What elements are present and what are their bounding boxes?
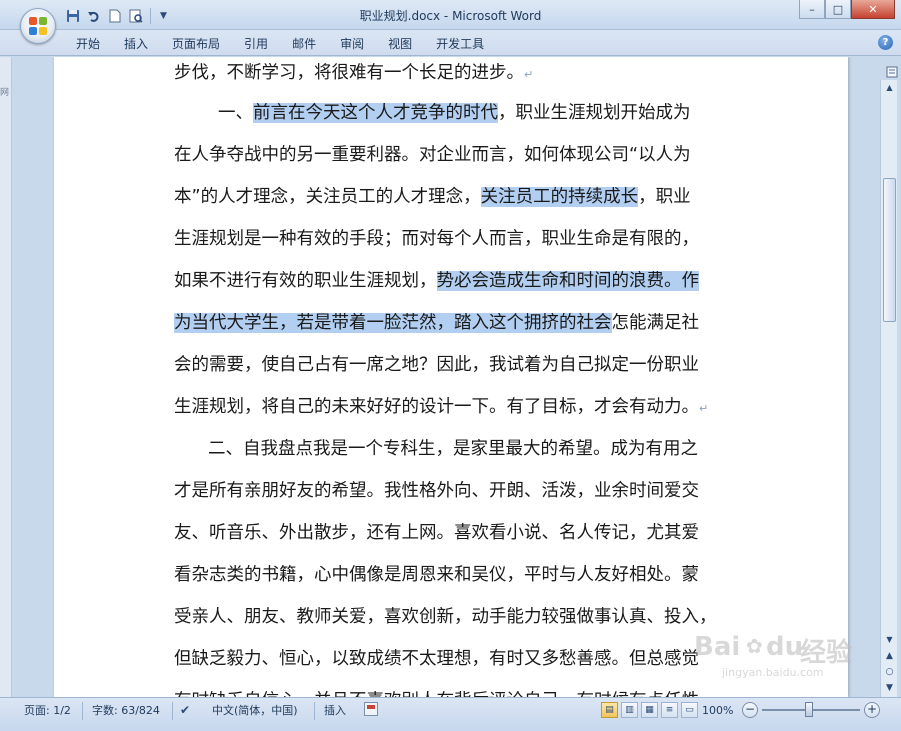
document-line[interactable]: 会的需要，使自己占有一席之地？因此，我试着为自己拟定一份职业 bbox=[174, 350, 699, 380]
document-line[interactable]: 友、听音乐、外出散步，还有上网。喜欢看小说、名人传记，尤其爱 bbox=[174, 518, 699, 548]
full-screen-reading-icon[interactable]: ▥ bbox=[621, 702, 638, 718]
ribbon-tab-bar: 开始 插入 页面布局 引用 邮件 审阅 视图 开发工具 ? bbox=[0, 30, 901, 56]
document-line[interactable]: 受亲人、朋友、教师关爱，喜欢创新，动手能力较强做事认真、投入， bbox=[174, 602, 717, 632]
text-segment: 会的需要，使自己占有一席之地？因此，我试着为自己拟定一份职业 bbox=[174, 355, 699, 375]
tab-1[interactable]: 插入 bbox=[112, 35, 160, 53]
window-title: 职业规划.docx - Microsoft Word bbox=[359, 9, 542, 23]
office-button[interactable] bbox=[20, 8, 56, 44]
web-layout-icon[interactable]: ▦ bbox=[641, 702, 658, 718]
document-line[interactable]: 生涯规划是一种有效的手段；而对每个人而言，职业生命是有限的， bbox=[174, 224, 699, 254]
macro-record-icon[interactable] bbox=[364, 702, 378, 716]
proofing-icon[interactable]: ✔ bbox=[180, 703, 196, 717]
tab-5[interactable]: 审阅 bbox=[328, 35, 376, 53]
text-segment: 本”的人才理念，关注员工的人才理念， bbox=[174, 187, 481, 207]
text-segment: 怎能满足社 bbox=[611, 313, 700, 333]
text-segment: 在人争夺战中的另一重要利器。对企业而言，如何体现公司“以人为 bbox=[174, 145, 691, 165]
vertical-scrollbar[interactable]: ▲ ▼ ▲ ○ ▼ bbox=[880, 80, 897, 697]
tab-3[interactable]: 引用 bbox=[232, 35, 280, 53]
status-separator bbox=[172, 702, 173, 720]
text-segment: 步伐，不断学习，将很难有一个长足的进步。 bbox=[174, 63, 524, 83]
text-segment: 但缺乏毅力、恒心，以致成绩不太理想，有时又多愁善感。但总感觉 bbox=[174, 649, 699, 669]
tab-2[interactable]: 页面布局 bbox=[160, 35, 232, 53]
document-line[interactable]: 才是所有亲朋好友的希望。我性格外向、开朗、活泼，业余时间爱交 bbox=[174, 476, 699, 506]
tab-6[interactable]: 视图 bbox=[376, 35, 424, 53]
paragraph-mark-icon: ↵ bbox=[524, 68, 534, 81]
status-separator bbox=[314, 702, 315, 720]
next-page-icon[interactable]: ▼ bbox=[881, 680, 898, 696]
document-page[interactable]: 步伐，不断学习，将很难有一个长足的进步。↵ 一、前言在今天这个人才竞争的时代，职业… bbox=[54, 57, 848, 697]
document-line[interactable]: 如果不进行有效的职业生涯规划，势必会造成生命和时间的浪费。作 bbox=[174, 266, 699, 296]
text-segment: 生涯规划是一种有效的手段；而对每个人而言，职业生命是有限的， bbox=[174, 229, 699, 249]
document-line[interactable]: 一、前言在今天这个人才竞争的时代，职业生涯规划开始成为 bbox=[218, 98, 691, 128]
text-segment: 生涯规划，将自己的未来好好的设计一下。有了目标，才会有动力。 bbox=[174, 397, 699, 417]
word-count[interactable]: 字数: 63/824 bbox=[92, 703, 160, 719]
zoom-out-button[interactable]: − bbox=[742, 702, 758, 718]
tab-4[interactable]: 邮件 bbox=[280, 35, 328, 53]
highlighted-text: 为当代大学生，若是带着一脸茫然，踏入这个拥挤的社会 bbox=[174, 313, 612, 333]
highlighted-text: 势必会造成生命和时间的浪费。作 bbox=[436, 271, 699, 291]
highlighted-text: 前言在今天这个人才竞争的时代 bbox=[253, 103, 498, 123]
text-segment: ，职业生涯规划开始成为 bbox=[498, 103, 691, 123]
text-segment: 一、 bbox=[218, 103, 253, 123]
document-line[interactable]: 但缺乏毅力、恒心，以致成绩不太理想，有时又多愁善感。但总感觉 bbox=[174, 644, 699, 674]
document-line[interactable]: 看杂志类的书籍，心中偶像是周恩来和吴仪，平时与人友好相处。蒙 bbox=[174, 560, 699, 590]
print-layout-icon[interactable]: ▤ bbox=[601, 702, 618, 718]
text-segment: 看杂志类的书籍，心中偶像是周恩来和吴仪，平时与人友好相处。蒙 bbox=[174, 565, 699, 585]
zoom-in-button[interactable]: + bbox=[864, 702, 880, 718]
text-segment: 友、听音乐、外出散步，还有上网。喜欢看小说、名人传记，尤其爱 bbox=[174, 523, 699, 543]
language-indicator[interactable]: 中文(简体，中国) bbox=[212, 703, 298, 719]
select-browse-object-icon[interactable]: ○ bbox=[881, 664, 898, 680]
left-margin-label: 网 bbox=[0, 88, 10, 98]
document-line[interactable]: 在人争夺战中的另一重要利器。对企业而言，如何体现公司“以人为 bbox=[174, 140, 691, 170]
status-bar: 页面: 1/2 字数: 63/824 ✔ 中文(简体，中国) 插入 ▤ ▥ ▦ … bbox=[0, 697, 901, 731]
view-ruler-icon[interactable] bbox=[884, 66, 899, 80]
tab-0[interactable]: 开始 bbox=[64, 35, 112, 53]
title-bar: ▼ 职业规划.docx - Microsoft Word – □ ✕ bbox=[0, 0, 901, 30]
status-separator bbox=[82, 702, 83, 720]
close-button[interactable]: ✕ bbox=[851, 0, 895, 19]
view-buttons: ▤ ▥ ▦ ≡ ▭ bbox=[601, 702, 698, 718]
draft-view-icon[interactable]: ▭ bbox=[681, 702, 698, 718]
text-segment: ，职业 bbox=[638, 187, 691, 207]
insert-mode[interactable]: 插入 bbox=[324, 703, 346, 719]
window-controls: – □ ✕ bbox=[799, 0, 895, 19]
minimize-button[interactable]: – bbox=[799, 0, 825, 19]
document-workspace: 网 步伐，不断学习，将很难有一个长足的进步。↵ 一、前言在今天这个人才竞争的时代，… bbox=[0, 57, 901, 697]
page-count[interactable]: 页面: 1/2 bbox=[24, 703, 71, 719]
help-icon[interactable]: ? bbox=[878, 35, 893, 50]
paragraph-mark-icon: ↵ bbox=[699, 402, 709, 415]
outline-view-icon[interactable]: ≡ bbox=[661, 702, 678, 718]
document-line[interactable]: 二、自我盘点我是一个专科生，是家里最大的希望。成为有用之 bbox=[208, 434, 698, 464]
text-segment: 受亲人、朋友、教师关爱，喜欢创新，动手能力较强做事认真、投入， bbox=[174, 607, 717, 627]
text-segment: 二、自我盘点我是一个专科生，是家里最大的希望。成为有用之 bbox=[208, 439, 698, 459]
tab-7[interactable]: 开发工具 bbox=[424, 35, 496, 53]
vertical-ruler: 网 bbox=[0, 57, 12, 697]
maximize-button[interactable]: □ bbox=[825, 0, 851, 19]
document-line[interactable]: 生涯规划，将自己的未来好好的设计一下。有了目标，才会有动力。↵ bbox=[174, 392, 708, 422]
scroll-up-icon[interactable]: ▲ bbox=[881, 80, 898, 96]
document-line[interactable]: 有时缺乏自信心，并且不喜欢别人在背后评论自己。有时候有点任性 bbox=[174, 686, 699, 697]
scrollbar-thumb[interactable] bbox=[883, 178, 896, 322]
text-segment: 才是所有亲朋好友的希望。我性格外向、开朗、活泼，业余时间爱交 bbox=[174, 481, 699, 501]
previous-page-icon[interactable]: ▲ bbox=[881, 648, 898, 664]
document-line[interactable]: 为当代大学生，若是带着一脸茫然，踏入这个拥挤的社会怎能满足社 bbox=[174, 308, 699, 338]
highlighted-text: 关注员工的持续成长 bbox=[480, 187, 639, 207]
zoom-level[interactable]: 100% bbox=[702, 703, 733, 719]
scroll-down-icon[interactable]: ▼ bbox=[881, 632, 898, 648]
document-line[interactable]: 本”的人才理念，关注员工的人才理念，关注员工的持续成长，职业 bbox=[174, 182, 691, 212]
office-logo-icon bbox=[29, 17, 47, 35]
document-line[interactable]: 步伐，不断学习，将很难有一个长足的进步。↵ bbox=[174, 58, 533, 88]
zoom-slider-thumb[interactable] bbox=[805, 702, 813, 717]
text-segment: 如果不进行有效的职业生涯规划， bbox=[174, 271, 437, 291]
